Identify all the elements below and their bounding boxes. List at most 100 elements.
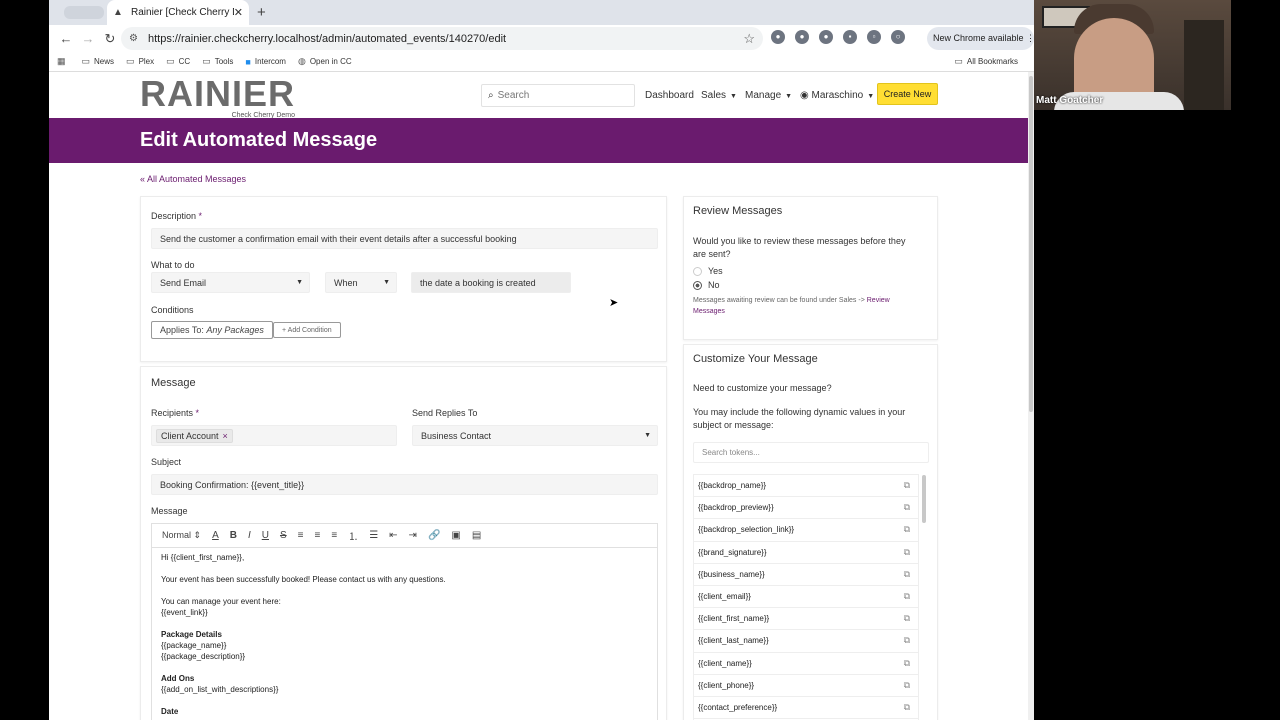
omnibox[interactable]: ⚙ https://rainier.checkcherry.localhost/… xyxy=(121,27,763,50)
review-title: Review Messages xyxy=(693,205,783,217)
subject-input[interactable]: Booking Confirmation: {{event_title}} xyxy=(151,474,658,495)
new-tab-icon[interactable]: + xyxy=(257,4,266,21)
token-item[interactable]: {{brand_signature}} ⧉ xyxy=(694,542,918,564)
remove-tag-icon[interactable]: × xyxy=(223,431,228,441)
format-select[interactable]: Normal ⇕ xyxy=(162,530,201,541)
bold-icon[interactable]: B xyxy=(230,530,237,541)
body-line: {{package_description}} xyxy=(161,652,246,661)
all-bookmarks[interactable]: ▭ All Bookmarks xyxy=(954,56,1018,67)
participant-name: Matt Goatcher xyxy=(1036,95,1104,106)
token-search-input[interactable]: Search tokens... xyxy=(693,442,929,463)
align-right-icon[interactable]: ≡ xyxy=(331,530,337,541)
token-item[interactable]: {{client_first_name}} ⧉ xyxy=(694,608,918,631)
review-no-radio[interactable]: No xyxy=(693,280,720,290)
trigger-select[interactable]: the date a booking is created xyxy=(411,272,571,293)
token-item[interactable]: {{client_email}} ⧉ xyxy=(694,586,918,609)
copy-icon[interactable]: ⧉ xyxy=(904,547,910,558)
copy-icon[interactable]: ⧉ xyxy=(904,658,910,669)
page-scrollbar-thumb[interactable] xyxy=(1029,76,1033,412)
new-chrome-available-button[interactable]: New Chrome available ⋮ xyxy=(927,27,1034,50)
message-section-title: Message xyxy=(151,377,196,389)
copy-icon[interactable]: ⧉ xyxy=(904,702,910,713)
nav-account[interactable]: ◉ Maraschino ▼ xyxy=(800,90,874,101)
body-line: Hi {{client_first_name}}, xyxy=(161,553,245,562)
rainier-favicon-icon: ▲ xyxy=(113,6,123,18)
review-card: Review Messages Would you like to review… xyxy=(683,196,938,340)
link-icon[interactable]: 🔗 xyxy=(428,530,440,541)
search-input[interactable]: ⌕ Search xyxy=(481,84,635,107)
reload-icon[interactable]: ↻ xyxy=(99,31,121,47)
copy-icon[interactable]: ⧉ xyxy=(904,613,910,624)
send-replies-select[interactable]: Business Contact ▼ xyxy=(412,425,658,446)
profile-icon[interactable]: ○ xyxy=(891,30,905,44)
bookmark-intercom[interactable]: ■ Intercom xyxy=(245,57,286,67)
create-new-button[interactable]: Create New xyxy=(877,83,938,105)
token-item[interactable]: {{contact_preference}} ⧉ xyxy=(694,697,918,720)
tab-group-icon[interactable] xyxy=(64,6,104,19)
extension-icon[interactable]: ● xyxy=(819,30,833,44)
extension-icon[interactable]: ● xyxy=(795,30,809,44)
token-item[interactable]: {{client_phone}} ⧉ xyxy=(694,675,918,697)
customize-description: You may include the following dynamic va… xyxy=(693,407,906,430)
nav-sales[interactable]: Sales ▼ xyxy=(701,90,737,101)
back-icon[interactable]: ← xyxy=(55,31,77,46)
review-yes-radio[interactable]: Yes xyxy=(693,266,723,276)
rainier-logo[interactable]: RAINIER Check Cherry Demo xyxy=(140,76,295,120)
text-color-icon[interactable]: A xyxy=(212,530,219,541)
applies-to-condition[interactable]: Applies To: Any Packages xyxy=(151,321,273,339)
tab-close-icon[interactable]: ✕ xyxy=(234,6,243,19)
copy-icon[interactable]: ⧉ xyxy=(904,480,910,491)
token-list-scrollbar[interactable] xyxy=(922,475,926,523)
token-item[interactable]: {{client_last_name}} ⧉ xyxy=(694,630,918,653)
image-icon[interactable]: ▣ xyxy=(451,530,460,541)
strikethrough-icon[interactable]: S xyxy=(280,530,287,541)
bullet-list-icon[interactable]: ☰ xyxy=(369,530,378,541)
tab-title: Rainier [Check Cherry Demo] xyxy=(131,7,234,18)
forward-icon[interactable]: → xyxy=(77,31,99,46)
puzzle-icon[interactable]: ▪ xyxy=(843,30,857,44)
token-item[interactable]: {{backdrop_name}} ⧉ xyxy=(694,475,918,498)
apps-icon[interactable]: ▦ xyxy=(57,56,70,67)
underline-icon[interactable]: U xyxy=(262,530,269,541)
folder-icon: ▭ xyxy=(202,56,211,66)
copy-icon[interactable]: ⧉ xyxy=(904,502,910,513)
copy-icon[interactable]: ⧉ xyxy=(904,680,910,691)
bookmark-plex[interactable]: ▭ Plex xyxy=(126,56,154,67)
back-to-automated-messages-link[interactable]: « All Automated Messages xyxy=(140,174,246,184)
copy-icon[interactable]: ⧉ xyxy=(904,635,910,646)
bookmark-tools[interactable]: ▭ Tools xyxy=(202,56,233,67)
timing-select[interactable]: When ▼ xyxy=(325,272,397,293)
token-item[interactable]: {{client_name}} ⧉ xyxy=(694,653,918,675)
bookmark-star-icon[interactable]: ☆ xyxy=(743,31,755,47)
align-left-icon[interactable]: ≡ xyxy=(298,530,304,541)
description-input[interactable]: Send the customer a confirmation email w… xyxy=(151,228,658,249)
italic-icon[interactable]: I xyxy=(248,530,251,541)
bookmark-open-in-cc[interactable]: ◍ Open in CC xyxy=(298,56,352,67)
editor-content[interactable]: Hi {{client_first_name}}, Your event has… xyxy=(152,548,657,720)
token-item[interactable]: {{backdrop_preview}} ⧉ xyxy=(694,497,918,520)
outdent-icon[interactable]: ⇤ xyxy=(389,530,397,541)
site-info-icon[interactable]: ⚙ xyxy=(129,33,138,44)
extension-icon[interactable]: ● xyxy=(771,30,785,44)
video-icon[interactable]: ▤ xyxy=(472,530,481,541)
align-center-icon[interactable]: ≡ xyxy=(315,530,321,541)
action-select[interactable]: Send Email ▼ xyxy=(151,272,310,293)
nav-manage[interactable]: Manage ▼ xyxy=(745,90,792,101)
active-tab[interactable]: ▲ Rainier [Check Cherry Demo] ✕ xyxy=(107,0,249,25)
recipients-input[interactable]: Client Account × xyxy=(151,425,397,446)
body-line: {{event_link}} xyxy=(161,608,208,617)
sidepanel-icon[interactable]: ▫ xyxy=(867,30,881,44)
token-item[interactable]: {{backdrop_selection_link}} ⧉ xyxy=(694,519,918,542)
indent-icon[interactable]: ⇥ xyxy=(409,530,417,541)
token-item[interactable]: {{business_name}} ⧉ xyxy=(694,564,918,586)
ordered-list-icon[interactable]: ⒈ xyxy=(348,528,358,543)
nav-dashboard[interactable]: Dashboard xyxy=(645,90,694,101)
bookmark-news[interactable]: ▭ News xyxy=(82,56,115,67)
add-condition-button[interactable]: + Add Condition xyxy=(273,322,341,338)
bookmark-cc[interactable]: ▭ CC xyxy=(166,56,190,67)
copy-icon[interactable]: ⧉ xyxy=(904,569,910,580)
message-label: Message xyxy=(151,506,188,516)
copy-icon[interactable]: ⧉ xyxy=(904,591,910,602)
copy-icon[interactable]: ⧉ xyxy=(904,524,910,535)
mouse-cursor-icon: ➤ xyxy=(609,297,619,309)
